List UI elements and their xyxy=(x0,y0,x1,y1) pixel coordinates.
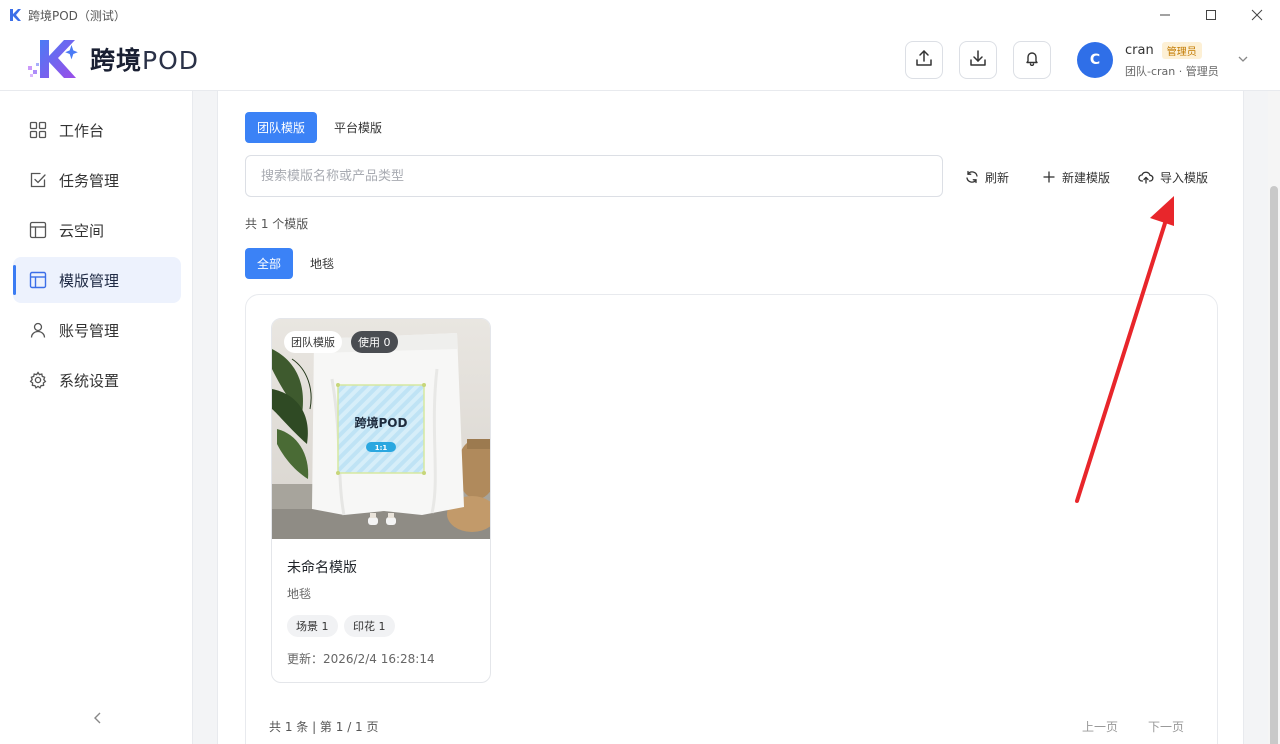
tag-team-template: 团队模版 xyxy=(284,331,342,353)
bell-icon xyxy=(1024,50,1040,70)
template-icon xyxy=(29,271,47,289)
download-button[interactable] xyxy=(959,41,997,79)
template-name: 未命名模版 xyxy=(287,560,357,576)
sidebar-item-label: 任务管理 xyxy=(59,171,120,190)
close-button[interactable] xyxy=(1234,0,1280,30)
window-title: 跨境POD（测试） xyxy=(28,8,126,23)
user-menu[interactable]: C cran 管理员 团队-cran · 管理员 xyxy=(1077,39,1249,81)
maximize-button[interactable] xyxy=(1188,0,1234,30)
sidebar-item-label: 账号管理 xyxy=(59,321,120,340)
preview-ratio: 1:1 xyxy=(375,444,388,452)
plus-icon xyxy=(1042,170,1056,184)
preview-print-title: 跨境POD xyxy=(355,415,408,430)
brand-logo: 跨境POD xyxy=(26,36,199,82)
sidebar-item-templates[interactable]: 模版管理 xyxy=(13,257,181,303)
window-titlebar: 跨境POD（测试） xyxy=(0,0,1280,30)
user-name: cran xyxy=(1125,42,1154,58)
app-logo-icon xyxy=(8,8,22,22)
template-count: 共 1 个模版 xyxy=(245,217,309,231)
next-page-button[interactable]: 下一页 xyxy=(1148,718,1184,735)
role-badge: 管理员 xyxy=(1161,41,1202,59)
grid-icon xyxy=(29,121,47,139)
avatar: C xyxy=(1077,42,1113,78)
user-team: 团队-cran · 管理员 xyxy=(1125,64,1219,78)
chevron-left-icon xyxy=(94,712,101,724)
sidebar-item-cloud-space[interactable]: 云空间 xyxy=(13,207,181,253)
new-template-button[interactable]: 新建模版 xyxy=(1042,167,1110,187)
main-panel: 团队模版 平台模版 刷新 新建模版 导入模版 共 1 个模版 全部 地毯 xyxy=(217,91,1244,744)
scrollbar-thumb[interactable] xyxy=(1270,186,1278,744)
sidebar: 工作台 任务管理 云空间 模版管理 账号管理 系统设置 xyxy=(0,91,193,744)
sidebar-item-workbench[interactable]: 工作台 xyxy=(13,107,181,153)
upload-button[interactable] xyxy=(905,41,943,79)
user-info: cran 管理员 团队-cran · 管理员 xyxy=(1125,41,1219,79)
sidebar-item-label: 云空间 xyxy=(59,221,105,240)
scrollbar[interactable] xyxy=(1268,91,1280,744)
tab-team-templates[interactable]: 团队模版 xyxy=(245,112,318,143)
chip-print-count: 印花 1 xyxy=(344,615,395,637)
filter-carpet[interactable]: 地毯 xyxy=(298,248,346,279)
sidebar-collapse-button[interactable] xyxy=(88,708,108,728)
template-category: 地毯 xyxy=(287,587,312,601)
window-controls xyxy=(1142,0,1280,30)
refresh-icon xyxy=(965,170,979,184)
prev-page-button[interactable]: 上一页 xyxy=(1082,718,1118,735)
chevron-down-icon xyxy=(1237,53,1249,68)
cloud-upload-icon xyxy=(1138,170,1154,184)
refresh-button[interactable]: 刷新 xyxy=(965,167,1009,187)
template-grid: 跨境POD 1:1 团队模版 使用 0 未命名模版 地毯 场景 1 印花 1 更… xyxy=(245,294,1218,744)
minimize-button[interactable] xyxy=(1142,0,1188,30)
sidebar-item-label: 工作台 xyxy=(59,121,105,140)
sidebar-item-label: 模版管理 xyxy=(59,271,120,290)
sidebar-item-tasks[interactable]: 任务管理 xyxy=(13,157,181,203)
template-preview-image: 跨境POD 1:1 团队模版 使用 0 xyxy=(272,319,490,539)
sidebar-item-label: 系统设置 xyxy=(59,371,120,390)
import-template-button[interactable]: 导入模版 xyxy=(1138,167,1208,187)
sidebar-item-settings[interactable]: 系统设置 xyxy=(13,357,181,403)
filter-all[interactable]: 全部 xyxy=(245,248,294,279)
tab-platform-templates[interactable]: 平台模版 xyxy=(322,112,394,143)
checkbox-icon xyxy=(29,171,47,189)
chip-scene-count: 场景 1 xyxy=(287,615,338,637)
brand-name: 跨境POD xyxy=(90,46,200,75)
notification-button[interactable] xyxy=(1013,41,1051,79)
app-header: 跨境POD C cran 管理员 团队-cran · 管理员 xyxy=(0,30,1280,91)
user-icon xyxy=(29,321,47,339)
template-updated-time: 更新：2026/2/4 16:28:14 xyxy=(287,652,435,666)
template-card[interactable]: 跨境POD 1:1 团队模版 使用 0 未命名模版 地毯 场景 1 印花 1 更… xyxy=(271,318,491,683)
sidebar-item-accounts[interactable]: 账号管理 xyxy=(13,307,181,353)
layout-icon xyxy=(29,221,47,239)
brand-k-icon xyxy=(26,36,88,82)
upload-icon xyxy=(915,49,933,71)
tag-usage-count: 使用 0 xyxy=(351,331,398,353)
search-input[interactable] xyxy=(245,155,943,197)
download-icon xyxy=(969,49,987,71)
gear-icon xyxy=(29,371,47,389)
pagination-info: 共 1 条 | 第 1 / 1 页 xyxy=(269,720,379,734)
